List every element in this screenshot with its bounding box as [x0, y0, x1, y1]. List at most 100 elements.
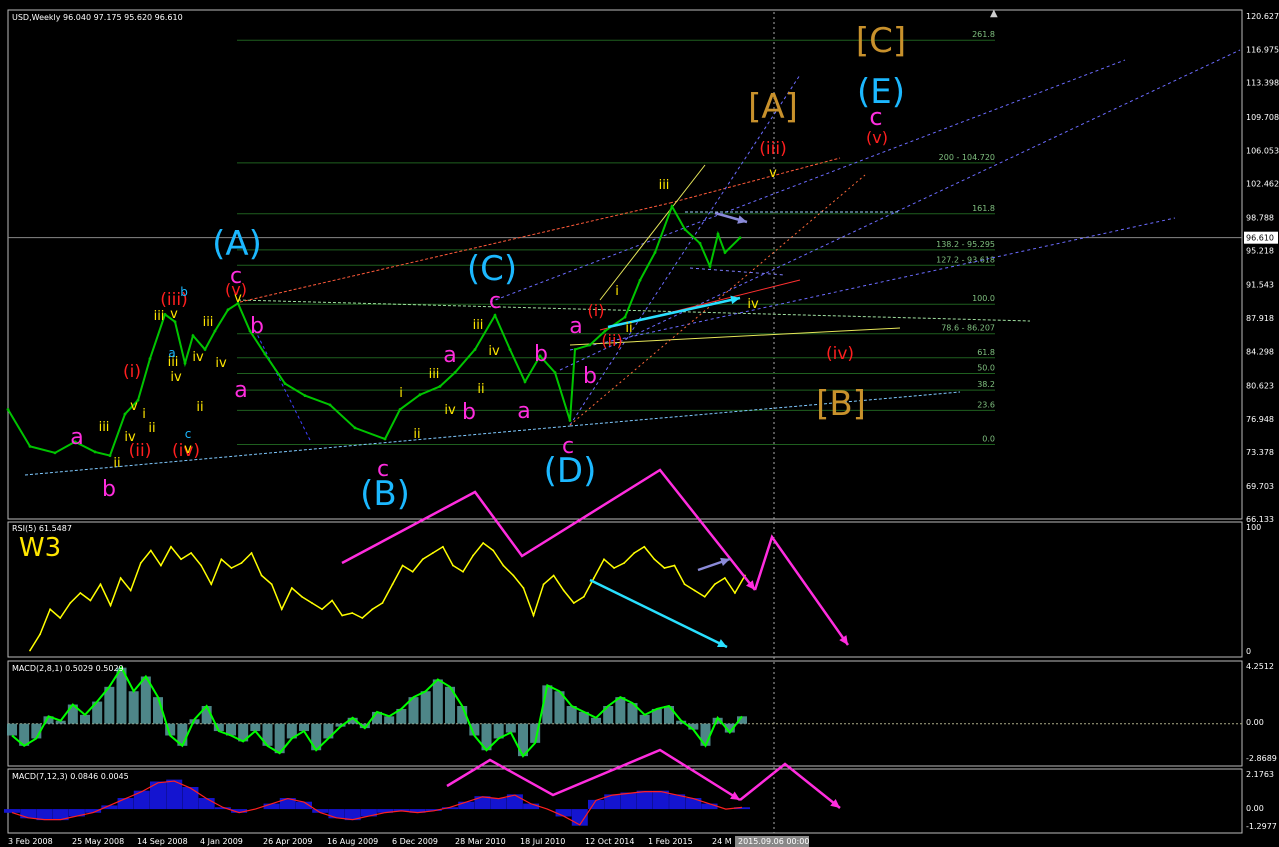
- y-tick-3: 109.708: [1246, 113, 1279, 122]
- rsi-point-61: [643, 545, 646, 548]
- y-tick-7: 95.218: [1246, 247, 1274, 256]
- rsi-point-34: [371, 608, 374, 611]
- wave-label-29: (ii): [601, 331, 622, 350]
- fib-label-6: 78.6 - 86.207: [941, 324, 995, 333]
- macd2-bar-1: [20, 809, 37, 819]
- rsi-point-39: [421, 558, 424, 561]
- rsi-point-65: [683, 583, 686, 586]
- x-tick-11: 24 M: [712, 837, 732, 846]
- wave-label-31: (iv): [826, 344, 854, 364]
- cursor-time: 2015.09.06 00:00: [738, 837, 809, 846]
- wave-label-21: a: [569, 314, 582, 339]
- price-header: USD,Weekly 96.040 97.175 95.620 96.610: [12, 13, 183, 22]
- wave-label-16: b: [250, 314, 264, 339]
- price-point-20: [303, 394, 307, 398]
- rsi-point-70: [734, 592, 736, 594]
- rsi-point-60: [633, 552, 636, 554]
- macd2-tick-2: -1.2977: [1246, 822, 1277, 831]
- wave-label-49: i: [399, 386, 403, 401]
- fib-label-5: 100.0: [972, 294, 995, 303]
- rsi-point-15: [180, 558, 182, 561]
- rsi-point-55: [582, 595, 585, 598]
- menu-chevron-icon[interactable]: ▲: [990, 8, 998, 19]
- rsi-point-3: [59, 617, 62, 619]
- rsi-point-32: [351, 612, 354, 614]
- fib-label-9: 38.2: [977, 380, 995, 389]
- price-point-36: [588, 343, 592, 347]
- wave-label-20: b: [534, 342, 548, 367]
- macd2-bar-38: [620, 792, 637, 810]
- macd2-bar-11: [182, 786, 199, 810]
- price-point-40: [653, 251, 657, 254]
- fib-label-8: 50.0: [977, 363, 995, 372]
- price-point-41: [670, 204, 674, 208]
- y-tick-0: 120.627: [1246, 12, 1279, 21]
- wave-label-6: [B]: [816, 384, 866, 424]
- y-tick-11: 80.623: [1246, 381, 1274, 390]
- wave-label-24: (i): [123, 362, 141, 382]
- wave-label-50: ii: [413, 427, 420, 442]
- wave-label-13: a: [70, 425, 83, 450]
- y-tick-10: 84.298: [1246, 347, 1274, 356]
- rsi-point-9: [119, 577, 122, 579]
- y-tick-6: 98.788: [1246, 214, 1274, 223]
- wave-label-30: (i): [588, 301, 605, 320]
- price-point-44: [708, 264, 712, 268]
- fib-label-7: 61.8: [977, 348, 995, 357]
- rsi-point-21: [240, 562, 243, 564]
- price-point-28: [473, 348, 477, 351]
- rsi-point-27: [301, 595, 303, 598]
- rsi-point-47: [502, 564, 505, 567]
- rsi-point-10: [129, 589, 132, 592]
- price-point-11: [183, 361, 187, 365]
- fib-label-0: 261.8: [972, 30, 995, 39]
- macd1-bar-31: [384, 716, 395, 724]
- macd2-tick-0: 2.1763: [1246, 770, 1274, 779]
- wave-label-42: i: [142, 407, 146, 422]
- wave-label-17: a: [443, 343, 456, 368]
- rsi-point-59: [623, 562, 626, 564]
- rsi-point-18: [210, 583, 213, 586]
- price-point-34: [568, 419, 572, 422]
- rsi-point-42: [452, 564, 454, 567]
- wave-label-38: iv: [124, 430, 136, 445]
- macd2-bar-42: [685, 798, 702, 810]
- price-point-30: [508, 348, 512, 351]
- price-point-4: [93, 450, 97, 454]
- macd1-tick-2: -2.8689: [1246, 754, 1277, 763]
- wave-label-28: (iii): [759, 139, 786, 159]
- price-point-43: [698, 241, 702, 245]
- rsi-tick-1: 0: [1246, 647, 1251, 656]
- wave-label-48: v: [234, 291, 242, 306]
- macd1-bar-10: [128, 691, 139, 724]
- rsi-point-50: [532, 614, 535, 617]
- rsi-point-57: [603, 558, 605, 561]
- macd2-tick-1: 0.00: [1246, 804, 1264, 813]
- price-point-27: [453, 371, 457, 374]
- price-point-26: [438, 384, 442, 388]
- x-tick-2: 14 Sep 2008: [137, 837, 188, 846]
- wave-label-11: c: [562, 434, 574, 459]
- wave-label-9: c: [377, 457, 389, 482]
- price-point-14: [213, 329, 217, 333]
- rsi-point-24: [270, 583, 273, 586]
- wave-label-33: iii: [154, 309, 165, 324]
- fib-label-2: 161.8: [972, 204, 995, 213]
- rsi-point-19: [220, 558, 223, 561]
- rsi-point-41: [441, 545, 444, 548]
- rsi-point-29: [321, 608, 323, 611]
- y-tick-14: 69.703: [1246, 482, 1274, 491]
- wave-label-32: (v): [866, 128, 888, 147]
- macd2-bar-28: [458, 801, 475, 810]
- fib-label-11: 0.0: [982, 435, 995, 444]
- macd1-header: MACD(2,8,1) 0.5029 0.5029: [12, 664, 124, 673]
- price-tag: 96.610: [1246, 234, 1274, 243]
- macd1-bar-41: [505, 723, 516, 733]
- wave-label-7: [C]: [856, 21, 906, 61]
- rsi-point-37: [401, 564, 404, 567]
- rsi-point-28: [311, 602, 313, 604]
- wave-label-35: iii: [203, 315, 214, 330]
- x-tick-8: 18 Jul 2010: [520, 837, 565, 846]
- rsi-point-66: [693, 589, 696, 592]
- price-point-42: [683, 228, 687, 231]
